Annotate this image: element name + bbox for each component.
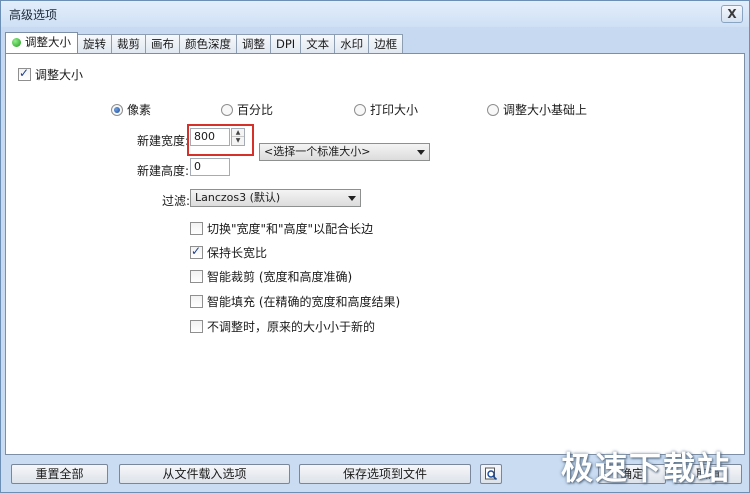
- mode-radio-pixels[interactable]: 像素: [111, 101, 151, 118]
- tab-strip: 调整大小 旋转 裁剪 画布 颜色深度 调整 DPI 文本 水印 边框: [5, 32, 404, 53]
- tab-rotate[interactable]: 旋转: [77, 34, 112, 53]
- magnifier-page-icon: [485, 467, 498, 481]
- mode-radio-percent[interactable]: 百分比: [221, 101, 273, 118]
- tab-adjust[interactable]: 调整: [236, 34, 271, 53]
- new-width-label: 新建宽度:: [137, 134, 190, 148]
- resize-enable-checkbox[interactable]: 调整大小: [18, 66, 83, 83]
- tab-label: 调整大小: [25, 35, 71, 49]
- dropdown-arrow-icon: [417, 150, 425, 155]
- resize-panel: 调整大小 像素 百分比 打印大小 调整大小基础上 新建宽度: 800 ▲▼ <选…: [5, 53, 745, 455]
- tab-watermark[interactable]: 水印: [334, 34, 370, 53]
- radio-label: 调整大小基础上: [503, 103, 588, 117]
- checkbox-box[interactable]: [190, 244, 203, 259]
- new-height-input[interactable]: 0: [190, 158, 230, 176]
- mode-radio-resize-based-on[interactable]: 调整大小基础上: [487, 101, 587, 118]
- active-dot-icon: [12, 38, 21, 47]
- checkbox-label: 智能裁剪 (宽度和高度准确): [207, 270, 353, 284]
- select-value: <选择一个标准大小>: [264, 145, 371, 158]
- tab-dpi[interactable]: DPI: [270, 34, 302, 53]
- checkbox-box[interactable]: [18, 66, 31, 81]
- checkbox-label: 智能填充 (在精确的宽度和高度结果): [207, 295, 401, 309]
- close-button[interactable]: X: [721, 5, 743, 23]
- filter-select[interactable]: Lanczos3 (默认): [190, 189, 361, 207]
- width-highlight-box: [187, 124, 254, 156]
- reset-all-button[interactable]: 重置全部: [11, 464, 108, 484]
- option-swap-width-height[interactable]: 切换"宽度"和"高度"以配合长边: [190, 220, 373, 237]
- checkbox-box[interactable]: [190, 295, 203, 308]
- radio-label: 打印大小: [370, 103, 419, 117]
- option-smart-fill[interactable]: 智能填充 (在精确的宽度和高度结果): [190, 293, 400, 310]
- checkbox-label: 切换"宽度"和"高度"以配合长边: [207, 222, 374, 236]
- select-value: Lanczos3 (默认): [195, 191, 281, 204]
- radio-label: 百分比: [237, 103, 274, 117]
- checkbox-label: 保持长宽比: [207, 246, 268, 260]
- new-height-label: 新建高度:: [137, 164, 190, 178]
- checkbox-box[interactable]: [190, 270, 203, 283]
- checkbox-box[interactable]: [190, 320, 203, 333]
- advanced-options-dialog: 高级选项 X 调整大小 旋转 裁剪 画布 颜色深度 调整 DPI 文本 水印 边…: [0, 0, 750, 493]
- radio-button[interactable]: [487, 104, 499, 116]
- site-watermark: 极速下载站: [560, 449, 731, 487]
- load-options-button[interactable]: 从文件载入选项: [119, 464, 290, 484]
- title-bar: 高级选项 X: [1, 1, 749, 27]
- dropdown-arrow-icon: [348, 196, 356, 201]
- checkbox-box[interactable]: [190, 222, 203, 235]
- option-no-upscale[interactable]: 不调整时，原来的大小小于新的: [190, 318, 375, 335]
- radio-label: 像素: [127, 103, 152, 117]
- radio-button[interactable]: [111, 104, 123, 116]
- window-title: 高级选项: [9, 8, 58, 22]
- filter-label: 过滤:: [162, 194, 191, 208]
- radio-button[interactable]: [221, 104, 233, 116]
- tab-resize[interactable]: 调整大小: [5, 32, 78, 53]
- radio-button[interactable]: [354, 104, 366, 116]
- mode-radio-print-size[interactable]: 打印大小: [354, 101, 418, 118]
- tab-color-depth[interactable]: 颜色深度: [179, 34, 237, 53]
- tab-canvas[interactable]: 画布: [145, 34, 180, 53]
- option-keep-aspect-ratio[interactable]: 保持长宽比: [190, 244, 267, 261]
- option-smart-crop[interactable]: 智能裁剪 (宽度和高度准确): [190, 268, 352, 285]
- preview-button[interactable]: [480, 464, 502, 484]
- tab-crop[interactable]: 裁剪: [111, 34, 146, 53]
- checkbox-label: 调整大小: [35, 68, 84, 82]
- tab-text[interactable]: 文本: [300, 34, 336, 53]
- standard-size-select[interactable]: <选择一个标准大小>: [259, 143, 430, 161]
- save-options-button[interactable]: 保存选项到文件: [299, 464, 471, 484]
- tab-border[interactable]: 边框: [368, 34, 404, 53]
- checkbox-label: 不调整时，原来的大小小于新的: [207, 320, 376, 334]
